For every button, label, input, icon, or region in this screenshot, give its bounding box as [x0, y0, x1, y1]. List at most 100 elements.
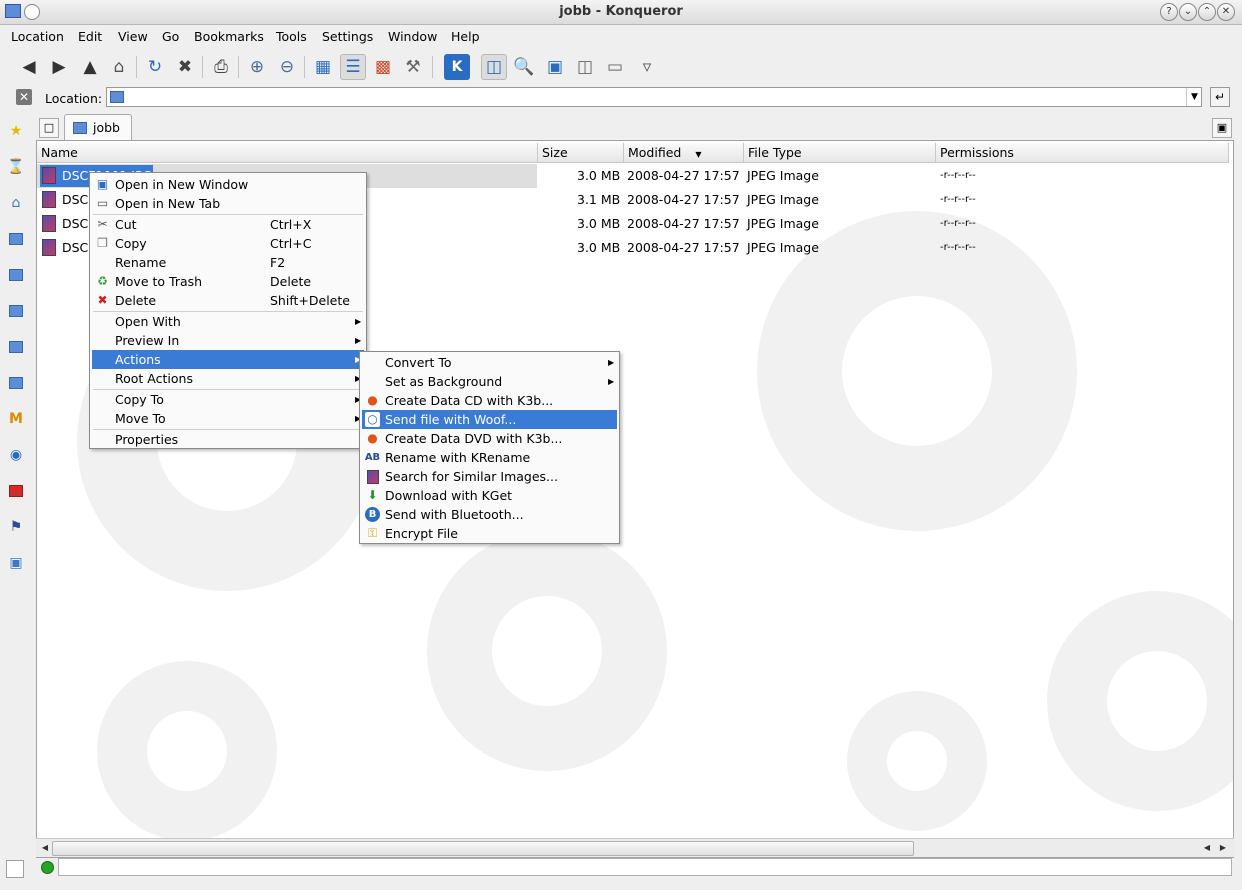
menu-tools[interactable]: Tools	[276, 29, 307, 44]
menu-rename[interactable]: Rename F2	[92, 253, 364, 272]
menu-open-new-window[interactable]: ▣ Open in New Window	[92, 175, 364, 194]
menu-create-data-dvd[interactable]: ● Create Data DVD with K3b...	[362, 429, 617, 448]
menu-go[interactable]: Go	[162, 29, 179, 44]
maximize-button[interactable]: ⌃	[1198, 3, 1216, 21]
red-folder-icon[interactable]	[7, 482, 25, 500]
menu-encrypt-file[interactable]: ⚿ Encrypt File	[362, 524, 617, 543]
sidebar-toggle[interactable]	[6, 860, 24, 878]
find-icon[interactable]: 🔍	[511, 54, 537, 80]
location-input[interactable]	[106, 87, 1202, 107]
horizontal-scrollbar[interactable]: ◀ ◀ ▶	[36, 838, 1234, 857]
menu-location[interactable]: Location	[11, 29, 64, 44]
menu-properties[interactable]: Properties	[92, 430, 364, 449]
filter-icon[interactable]: ▿	[634, 54, 660, 80]
home-icon[interactable]: ⌂	[106, 54, 132, 80]
menu-copy-to[interactable]: Copy To ▶	[92, 390, 364, 409]
menu-actions[interactable]: Actions ▶	[92, 350, 364, 369]
folder-icon[interactable]	[7, 230, 25, 248]
menu-set-as-background[interactable]: Set as Background ▶	[362, 372, 617, 391]
main-toolbar: ◀ ▶ ▲ ⌂ ↻ ✖ ⎙ ⊕ ⊖ ▦ ☰ ▩ ⚒ K ◫ 🔍 ▣ ◫ ▭ ▿	[0, 48, 1242, 86]
menu-cut[interactable]: ✂ Cut Ctrl+X	[92, 215, 364, 234]
minimize-button[interactable]: ⌄	[1179, 3, 1197, 21]
scroll-left-icon[interactable]: ◀	[1201, 841, 1213, 854]
menu-help[interactable]: Help	[451, 29, 480, 44]
menu-settings[interactable]: Settings	[322, 29, 373, 44]
column-header-size[interactable]: Size	[538, 143, 624, 163]
kget-download-icon: ⬇	[367, 488, 378, 502]
location-label: Location:	[45, 91, 103, 106]
trash-icon: ♻	[97, 274, 108, 288]
bookmarks-star-icon[interactable]: ★	[7, 122, 25, 140]
scroll-right-icon[interactable]: ▶	[1217, 841, 1229, 854]
blank-window-icon[interactable]: ▭	[602, 54, 628, 80]
forward-icon[interactable]: ▶	[46, 54, 72, 80]
close-button[interactable]: ✕	[1217, 3, 1235, 21]
services-icon[interactable]: ▣	[7, 554, 25, 572]
home-folder-icon[interactable]: ⌂	[7, 194, 25, 212]
sort-arrow-icon: ▼	[695, 150, 702, 159]
split-horizontal-icon[interactable]: ◫	[572, 54, 598, 80]
network-globe-icon[interactable]: ◉	[7, 446, 25, 464]
split-view-icon[interactable]: ◫	[481, 54, 507, 80]
menu-open-with[interactable]: Open With ▶	[92, 312, 364, 331]
icon-view-icon[interactable]: ▦	[310, 54, 336, 80]
detailed-list-view-icon[interactable]: ☰	[340, 54, 366, 80]
scrollbar-thumb[interactable]	[52, 841, 914, 856]
zoom-in-icon[interactable]: ⊕	[244, 54, 270, 80]
reload-icon[interactable]: ↻	[142, 54, 168, 80]
menu-rename-krename[interactable]: AB Rename with KRename	[362, 448, 617, 467]
up-icon[interactable]: ▲	[77, 54, 103, 80]
history-icon[interactable]: ⌛	[7, 158, 25, 176]
file-modified: 2008-04-27 17:57	[627, 240, 740, 255]
windows-view-icon[interactable]: ▩	[370, 54, 396, 80]
menu-send-with-woof[interactable]: ○ Send file with Woof...	[362, 410, 617, 429]
menu-copy[interactable]: ❐ Copy Ctrl+C	[92, 234, 364, 253]
new-tab-icon[interactable]: □	[39, 118, 59, 138]
submenu-arrow-icon: ▶	[608, 377, 615, 386]
tab-jobb[interactable]: jobb	[64, 114, 132, 140]
menu-move-to-trash[interactable]: ♻ Move to Trash Delete	[92, 272, 364, 291]
menu-root-actions[interactable]: Root Actions ▶	[92, 369, 364, 388]
folder-icon[interactable]	[7, 266, 25, 284]
flag-icon[interactable]: ⚑	[7, 518, 25, 536]
menu-download-kget[interactable]: ⬇ Download with KGet	[362, 486, 617, 505]
help-button[interactable]: ?	[1160, 3, 1178, 21]
back-icon[interactable]: ◀	[16, 54, 42, 80]
menu-search-similar-images[interactable]: Search for Similar Images...	[362, 467, 617, 486]
menu-delete[interactable]: ✖ Delete Shift+Delete	[92, 291, 364, 310]
location-dropdown-icon[interactable]: ▼	[1186, 88, 1202, 106]
clear-location-icon[interactable]: ✕	[16, 89, 32, 105]
column-header-name[interactable]: Name	[37, 143, 538, 163]
menu-edit[interactable]: Edit	[78, 29, 102, 44]
folder-icon[interactable]	[7, 338, 25, 356]
menu-window[interactable]: Window	[388, 29, 437, 44]
file-size: 3.0 MB	[577, 240, 621, 255]
stop-icon[interactable]: ✖	[172, 54, 198, 80]
scroll-left-icon[interactable]: ◀	[39, 841, 51, 854]
column-header-permissions[interactable]: Permissions	[936, 143, 1229, 163]
bluetooth-icon: B	[365, 507, 380, 522]
menu-send-bluetooth[interactable]: B Send with Bluetooth...	[362, 505, 617, 524]
submenu-arrow-icon: ▶	[355, 317, 362, 326]
close-tab-icon[interactable]: ▣	[1212, 118, 1232, 138]
go-icon[interactable]: ↵	[1210, 87, 1230, 107]
zoom-out-icon[interactable]: ⊖	[274, 54, 300, 80]
file-modified: 2008-04-27 17:57	[627, 168, 740, 183]
print-icon[interactable]: ⎙	[208, 54, 234, 80]
media-icon[interactable]: M	[7, 410, 25, 428]
menu-view[interactable]: View	[118, 29, 148, 44]
file-modified: 2008-04-27 17:57	[627, 216, 740, 231]
column-header-modified[interactable]: Modified ▼	[624, 143, 744, 163]
menu-convert-to[interactable]: Convert To ▶	[362, 353, 617, 372]
menu-bookmarks[interactable]: Bookmarks	[194, 29, 264, 44]
window-icon[interactable]: ▣	[542, 54, 568, 80]
configure-tool-icon[interactable]: ⚒	[400, 54, 426, 80]
folder-icon[interactable]	[7, 302, 25, 320]
menu-preview-in[interactable]: Preview In ▶	[92, 331, 364, 350]
folder-icon[interactable]	[7, 374, 25, 392]
menu-move-to[interactable]: Move To ▶	[92, 409, 364, 428]
menu-create-data-cd[interactable]: ● Create Data CD with K3b...	[362, 391, 617, 410]
menu-open-new-tab[interactable]: ▭ Open in New Tab	[92, 194, 364, 213]
column-header-file-type[interactable]: File Type	[744, 143, 936, 163]
kde-icon[interactable]: K	[444, 54, 470, 80]
